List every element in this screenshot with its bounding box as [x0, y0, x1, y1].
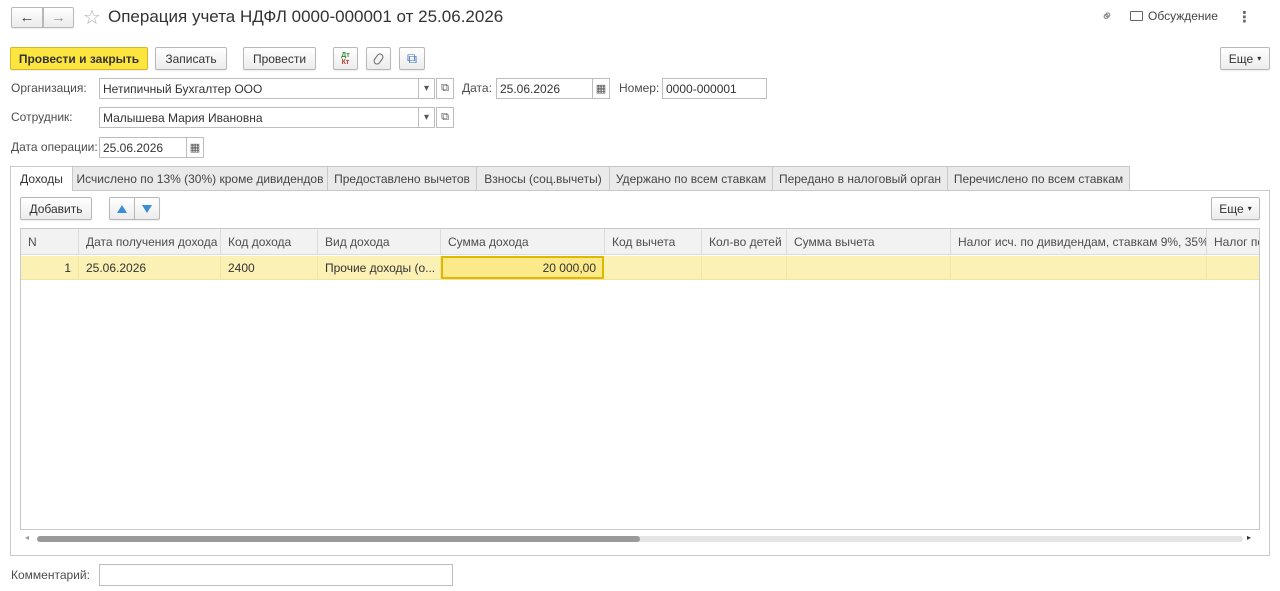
link-icon[interactable]: ⚭: [1096, 5, 1118, 27]
cell-income-type[interactable]: Прочие доходы (о...: [318, 256, 441, 280]
employee-dropdown-button[interactable]: ▾: [418, 107, 435, 128]
employee-field[interactable]: Малышева Мария Ивановна: [99, 107, 419, 128]
op-date-label: Дата операции:: [11, 140, 98, 154]
page-title: Операция учета НДФЛ 0000-000001 от 25.06…: [108, 7, 504, 26]
column-header-tax-partial[interactable]: Налог по: [1207, 229, 1259, 255]
add-row-button[interactable]: Добавить: [20, 197, 92, 220]
tab-label: Предоставлено вычетов: [334, 171, 470, 186]
save-button[interactable]: Записать: [155, 47, 227, 70]
calendar-icon: ▦: [595, 83, 607, 95]
op-date-field[interactable]: 25.06.2026: [99, 137, 187, 158]
paperclip-icon: [372, 51, 385, 66]
comment-field[interactable]: [99, 564, 453, 586]
chevron-down-icon: ▾: [1247, 204, 1252, 213]
discussion-button[interactable]: Обсуждение: [1130, 9, 1218, 23]
add-row-label: Добавить: [29, 201, 83, 216]
save-label: Записать: [165, 51, 217, 66]
employee-open-button[interactable]: ⧉: [436, 107, 454, 128]
more-label: Еще: [1228, 51, 1254, 66]
tab-income[interactable]: Доходы: [10, 166, 73, 191]
dropdown-arrow-icon: ▾: [423, 83, 430, 94]
column-header-income-code[interactable]: Код дохода: [221, 229, 318, 255]
cell-income-date[interactable]: 25.06.2026: [79, 256, 221, 280]
column-header-n[interactable]: N: [21, 229, 79, 255]
cell-deduction-code[interactable]: [605, 256, 702, 280]
date-label: Дата:: [462, 81, 492, 95]
move-down-button[interactable]: [134, 197, 160, 220]
favorite-star-icon[interactable]: ☆: [83, 5, 101, 30]
cell-children-count[interactable]: [702, 256, 787, 280]
arrow-left-icon: ←: [19, 9, 35, 26]
org-label: Организация:: [11, 81, 87, 95]
tab-label: Удержано по всем ставкам: [615, 171, 767, 186]
post-and-close-label: Провести и закрыть: [18, 51, 140, 66]
tab-deductions[interactable]: Предоставлено вычетов: [327, 166, 477, 190]
cell-n[interactable]: 1: [21, 256, 79, 280]
cell-income-amount[interactable]: 20 000,00: [441, 256, 604, 279]
arrow-up-icon: [117, 204, 127, 213]
scroll-right-icon[interactable]: ▸: [1247, 533, 1251, 542]
post-label: Провести: [252, 51, 307, 66]
move-up-button[interactable]: [109, 197, 135, 220]
column-header-deduction-code[interactable]: Код вычета: [605, 229, 702, 255]
tab-label: Передано в налоговый орган: [778, 171, 942, 186]
more-button[interactable]: Еще ▾: [1220, 47, 1270, 70]
active-tab-join: [11, 189, 72, 191]
post-and-close-button[interactable]: Провести и закрыть: [10, 47, 148, 70]
tab-withheld[interactable]: Удержано по всем ставкам: [609, 166, 773, 190]
column-header-children-count[interactable]: Кол-во детей: [702, 229, 787, 255]
cell-tax-partial[interactable]: [1207, 256, 1259, 280]
horizontal-scrollbar-thumb[interactable]: [37, 536, 640, 542]
cell-dividend-tax[interactable]: [951, 256, 1207, 280]
kt-icon-part: Кт: [341, 58, 350, 66]
tab-transferred-to-tax[interactable]: Передано в налоговый орган: [772, 166, 948, 190]
comment-label: Комментарий:: [11, 568, 90, 582]
date-calendar-button[interactable]: ▦: [592, 78, 610, 99]
arrow-down-icon: [142, 204, 152, 213]
date-field[interactable]: 25.06.2026: [496, 78, 593, 99]
cell-income-code[interactable]: 2400: [221, 256, 318, 280]
number-label: Номер:: [619, 81, 660, 95]
tab-label: Перечислено по всем ставкам: [953, 171, 1124, 186]
forward-button[interactable]: →: [43, 7, 74, 28]
dt-kt-button[interactable]: Дт Кт: [333, 47, 358, 70]
org-dropdown-button[interactable]: ▾: [418, 78, 435, 99]
post-button[interactable]: Провести: [243, 47, 316, 70]
more-vertical-icon[interactable]: ⋮: [1237, 8, 1252, 26]
employee-label: Сотрудник:: [11, 110, 73, 124]
tab-contributions[interactable]: Взносы (соц.вычеты): [476, 166, 610, 190]
cell-deduction-amount[interactable]: [787, 256, 951, 280]
calendar-icon: ▦: [189, 142, 201, 154]
open-icon: ⧉: [441, 111, 449, 123]
tab-paid[interactable]: Перечислено по всем ставкам: [947, 166, 1130, 190]
op-date-calendar-button[interactable]: ▦: [186, 137, 204, 158]
tab-label: Исчислено по 13% (30%) кроме дивидендов: [76, 171, 324, 186]
discussion-label: Обсуждение: [1148, 9, 1218, 23]
column-header-income-amount[interactable]: Сумма дохода: [441, 229, 605, 255]
structure-button[interactable]: ⧉: [399, 47, 425, 70]
column-header-dividend-tax[interactable]: Налог исч. по дивидендам, ставкам 9%, 35…: [951, 229, 1207, 255]
scroll-left-icon[interactable]: ◂: [25, 533, 29, 542]
open-icon: ⧉: [441, 82, 449, 94]
tab-calculated[interactable]: Исчислено по 13% (30%) кроме дивидендов: [72, 166, 328, 190]
arrow-right-icon: →: [51, 9, 66, 26]
tab-label: Взносы (соц.вычеты): [484, 171, 602, 186]
tab-label: Доходы: [20, 172, 63, 186]
discussion-icon: [1130, 11, 1143, 21]
number-field[interactable]: 0000-000001: [662, 78, 767, 99]
dt-icon-part: Дт: [341, 51, 350, 59]
org-field[interactable]: Нетипичный Бухгалтер ООО: [99, 78, 419, 99]
column-header-income-type[interactable]: Вид дохода: [318, 229, 441, 255]
attach-button[interactable]: [366, 47, 391, 70]
dropdown-arrow-icon: ▾: [423, 112, 430, 123]
back-button[interactable]: ←: [11, 7, 43, 28]
table-more-button[interactable]: Еще ▾: [1211, 197, 1260, 220]
chevron-down-icon: ▾: [1257, 54, 1262, 63]
column-header-deduction-amount[interactable]: Сумма вычета: [787, 229, 951, 255]
org-open-button[interactable]: ⧉: [436, 78, 454, 99]
structure-icon: ⧉: [407, 50, 417, 66]
dt-kt-icon: Дт Кт: [341, 52, 349, 66]
column-header-income-date[interactable]: Дата получения дохода: [79, 229, 221, 255]
table-more-label: Еще: [1219, 201, 1244, 216]
